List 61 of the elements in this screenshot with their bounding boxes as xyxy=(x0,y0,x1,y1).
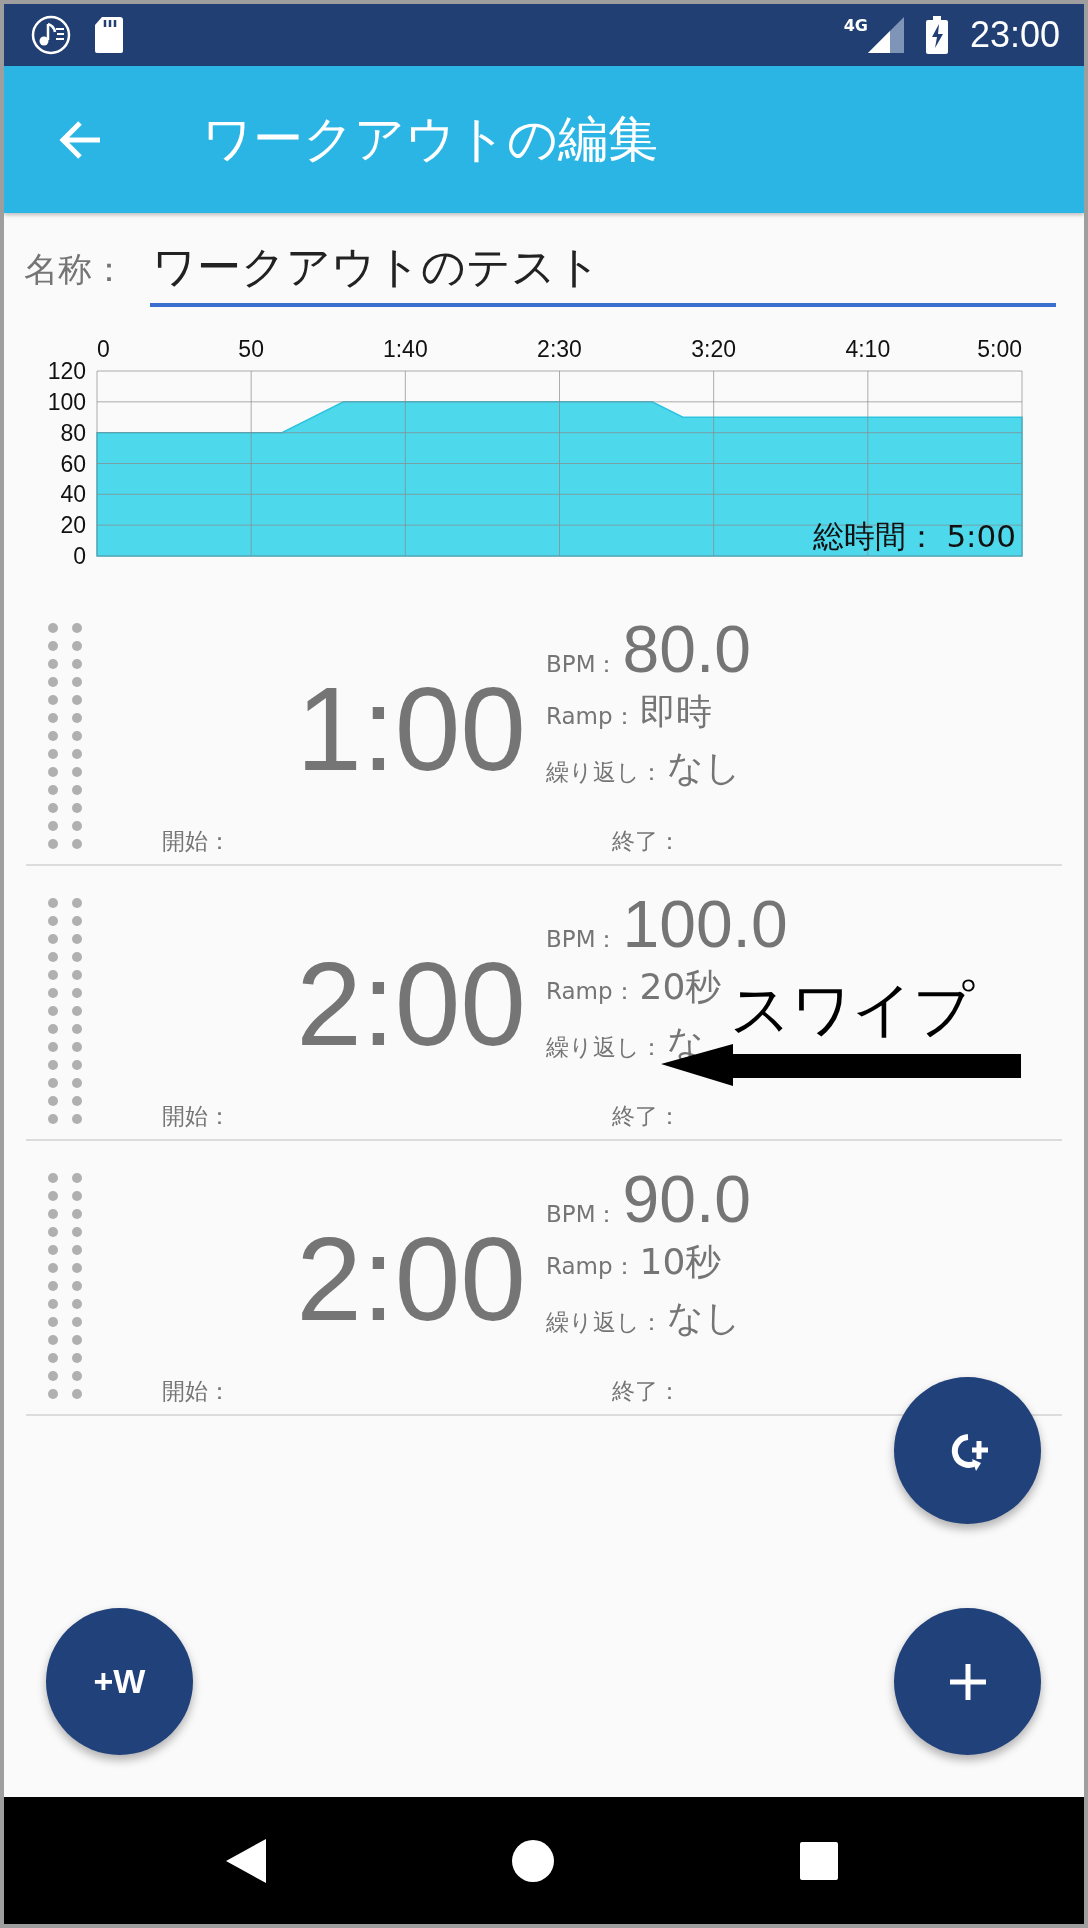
y-tick-label: 120 xyxy=(47,358,86,384)
music-note-icon xyxy=(30,14,72,56)
repeat-label: 繰り返し： xyxy=(546,1308,663,1338)
y-tick-label: 80 xyxy=(60,419,86,446)
ramp-value: 即時 xyxy=(639,690,712,735)
y-tick-label: 100 xyxy=(47,388,86,415)
end-label: 終了： xyxy=(612,1102,681,1131)
bpm-label: BPM： xyxy=(546,925,619,954)
ramp-label: Ramp： xyxy=(546,977,636,1007)
total-time-label: 総時間： 5:00 xyxy=(812,518,1016,554)
sd-card-icon xyxy=(94,16,124,54)
x-tick-label: 0 xyxy=(97,336,110,362)
y-tick-label: 60 xyxy=(60,450,86,477)
screen-title: ワークアウトの編集 xyxy=(202,109,658,170)
ramp-value: 10秒 xyxy=(639,1240,722,1285)
drag-handle-icon[interactable] xyxy=(48,1173,82,1399)
repeat-value: なし xyxy=(667,1296,741,1341)
repeat-label: 繰り返し： xyxy=(546,1033,663,1063)
add-workout-button[interactable]: +W xyxy=(46,1608,193,1755)
duration-value: 2:00 xyxy=(295,940,526,1070)
back-nav-icon[interactable] xyxy=(226,1838,266,1883)
x-tick-label: 50 xyxy=(238,336,264,362)
repeat-value: なし xyxy=(667,746,741,791)
add-button[interactable] xyxy=(894,1608,1041,1755)
y-tick-label: 20 xyxy=(60,512,86,539)
plus-icon xyxy=(947,1661,988,1702)
start-label: 開始： xyxy=(161,1377,232,1406)
recents-nav-icon[interactable] xyxy=(800,1841,838,1880)
ramp-label: Ramp： xyxy=(546,1252,636,1282)
x-tick-label: 5:00 xyxy=(977,336,1022,362)
clock-time: 23:00 xyxy=(969,14,1060,56)
end-label: 終了： xyxy=(612,827,681,856)
repeat-label: 繰り返し： xyxy=(546,758,663,788)
ramp-label: Ramp： xyxy=(546,702,636,732)
x-tick-label: 1:40 xyxy=(382,336,428,362)
start-label: 開始： xyxy=(161,1102,232,1131)
y-tick-label: 40 xyxy=(60,481,86,508)
name-label: 名称： xyxy=(24,248,127,291)
duration-value: 2:00 xyxy=(295,1215,526,1345)
bpm-value: 80.0 xyxy=(622,615,751,685)
bpm-label: BPM： xyxy=(546,1200,619,1229)
bpm-value: 90.0 xyxy=(622,1165,751,1235)
swipe-annotation: スワイプ xyxy=(730,973,974,1046)
bpm-value: 100.0 xyxy=(622,890,788,960)
x-tick-label: 2:30 xyxy=(537,336,582,362)
y-tick-label: 0 xyxy=(73,543,86,569)
x-tick-label: 4:10 xyxy=(845,336,891,362)
add-repeat-button[interactable] xyxy=(894,1377,1041,1524)
name-input-field[interactable]: ワークアウトのテスト xyxy=(150,242,1056,307)
battery-charging-icon xyxy=(925,16,948,54)
x-tick-label: 3:20 xyxy=(691,336,737,362)
ramp-value: 20秒 xyxy=(639,965,722,1010)
bpm-label: BPM： xyxy=(546,650,619,679)
network-type-label: 4G xyxy=(843,16,868,35)
drag-handle-icon[interactable] xyxy=(48,623,82,849)
end-label: 終了： xyxy=(612,1377,681,1406)
start-label: 開始： xyxy=(161,827,232,856)
duration-value: 1:00 xyxy=(295,665,526,795)
home-nav-icon[interactable] xyxy=(512,1839,554,1882)
drag-handle-icon[interactable] xyxy=(48,898,82,1124)
signal-icon xyxy=(867,17,904,53)
